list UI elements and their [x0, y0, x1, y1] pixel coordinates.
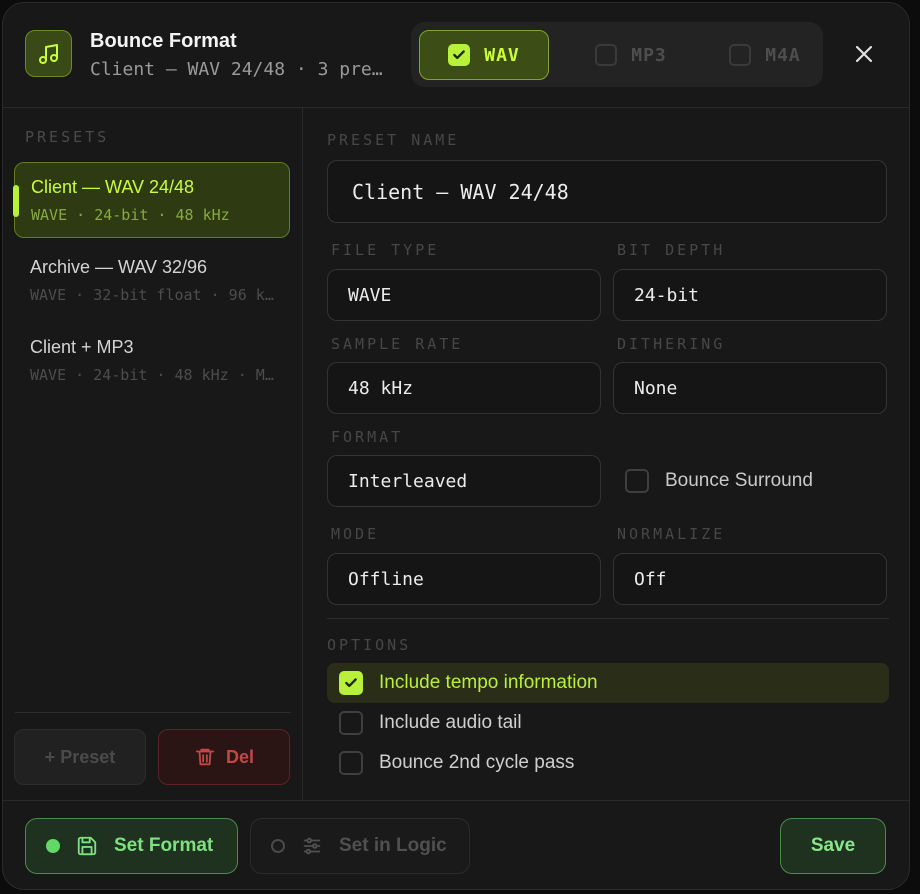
preset-meta: WAVE · 32-bit float · 96 kHz — [30, 286, 274, 304]
mode-select[interactable]: Offline — [327, 553, 601, 605]
presets-sidebar: PRESETS Client — WAV 24/48 WAVE · 24-bit… — [3, 108, 303, 800]
add-preset-button[interactable]: + Preset — [14, 729, 146, 785]
option-include-tempo[interactable]: Include tempo information — [327, 663, 889, 703]
preset-item-client-wav[interactable]: Client — WAV 24/48 WAVE · 24-bit · 48 kH… — [13, 162, 290, 238]
status-dot-icon — [271, 839, 285, 853]
sidebar-divider — [15, 712, 291, 713]
save-button[interactable]: Save — [780, 818, 886, 874]
file-type-label: FILE TYPE — [331, 241, 440, 259]
checkbox-checked-icon — [339, 671, 363, 695]
music-note-icon — [25, 30, 72, 77]
preset-name: Client — WAV 24/48 — [31, 177, 195, 197]
status-dot-icon — [46, 839, 60, 853]
checkbox-icon — [595, 44, 618, 66]
format-tab-label: M4A — [765, 44, 801, 66]
delete-preset-button[interactable]: Del — [158, 729, 290, 785]
normalize-label: NORMALIZE — [617, 525, 726, 543]
option-label: Include audio tail — [379, 712, 522, 733]
set-format-label: Set Format — [114, 835, 214, 856]
set-in-logic-label: Set in Logic — [339, 835, 447, 856]
checkbox-icon — [729, 44, 752, 66]
format-tab-label: MP3 — [631, 44, 667, 66]
option-bounce-2nd-cycle[interactable]: Bounce 2nd cycle pass — [327, 743, 889, 783]
option-label: Bounce 2nd cycle pass — [379, 752, 575, 773]
option-label: Include tempo information — [379, 672, 598, 693]
preset-name-label: PRESET NAME — [327, 131, 460, 149]
delete-label: Del — [225, 746, 254, 767]
bounce-surround-label: Bounce Surround — [665, 470, 813, 491]
format-tab-mp3[interactable]: MP3 — [571, 30, 691, 80]
file-type-select[interactable]: WAVE — [327, 269, 601, 321]
dithering-label: DITHERING — [617, 335, 726, 353]
close-button[interactable] — [851, 41, 877, 67]
format-segmented-control: WAV MP3 M4A — [411, 22, 823, 87]
dialog-title: Bounce Format — [90, 30, 237, 52]
format-select[interactable]: Interleaved — [327, 455, 601, 507]
format-tab-label: WAV — [484, 44, 520, 66]
checkbox-icon — [339, 751, 363, 775]
preset-meta: WAVE · 24-bit · 48 kHz · MP3 — [30, 366, 274, 384]
sample-rate-select[interactable]: 48 kHz — [327, 362, 601, 414]
presets-heading: PRESETS — [25, 128, 110, 146]
preset-item-client-mp3[interactable]: Client + MP3 WAVE · 24-bit · 48 kHz · MP… — [14, 323, 290, 399]
bounce-surround-checkbox[interactable]: Bounce Surround — [625, 469, 813, 493]
checkbox-icon — [625, 469, 649, 493]
trash-icon — [195, 748, 215, 766]
preset-item-archive-wav[interactable]: Archive — WAV 32/96 WAVE · 32-bit float … — [14, 243, 290, 319]
preset-meta: WAVE · 24-bit · 48 kHz — [31, 206, 230, 224]
mode-label: MODE — [331, 525, 380, 543]
format-label: FORMAT — [331, 428, 404, 446]
bounce-format-dialog: Bounce Format Client — WAV 24/48 · 3 pre… — [2, 2, 910, 890]
floppy-disk-icon — [77, 836, 97, 856]
checkbox-icon — [339, 711, 363, 735]
sliders-icon — [303, 837, 321, 855]
format-tab-wav[interactable]: WAV — [419, 30, 549, 80]
preset-name: Archive — WAV 32/96 — [30, 257, 208, 277]
options-heading: OPTIONS — [327, 636, 412, 654]
dialog-subtitle: Client — WAV 24/48 · 3 presets — [90, 59, 390, 80]
preset-name-input[interactable]: Client — WAV 24/48 — [327, 160, 887, 223]
dithering-select[interactable]: None — [613, 362, 887, 414]
set-format-button[interactable]: Set Format — [25, 818, 238, 874]
dialog-footer: Set Format Set in Logic Save — [3, 800, 909, 889]
checkbox-checked-icon — [448, 44, 471, 66]
option-include-audio-tail[interactable]: Include audio tail — [327, 703, 889, 743]
set-in-logic-button[interactable]: Set in Logic — [250, 818, 470, 874]
preset-name: Client + MP3 — [30, 337, 134, 357]
preset-editor: PRESET NAME Client — WAV 24/48 FILE TYPE… — [303, 108, 909, 800]
bit-depth-label: BIT DEPTH — [617, 241, 726, 259]
bit-depth-select[interactable]: 24-bit — [613, 269, 887, 321]
dialog-header: Bounce Format Client — WAV 24/48 · 3 pre… — [3, 3, 909, 108]
options-divider — [327, 618, 889, 619]
add-preset-label: + Preset — [44, 746, 116, 767]
close-icon — [855, 45, 873, 63]
sample-rate-label: SAMPLE RATE — [331, 335, 464, 353]
save-label: Save — [810, 835, 856, 856]
format-tab-m4a[interactable]: M4A — [705, 30, 825, 80]
normalize-select[interactable]: Off — [613, 553, 887, 605]
